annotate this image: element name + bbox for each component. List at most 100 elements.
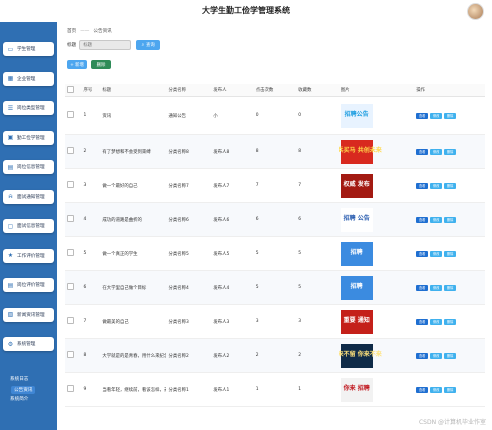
sidebar-item-10[interactable]: ▧ 新闻资讯管理 <box>3 307 54 322</box>
row-delete-button[interactable]: 删除 <box>444 318 457 325</box>
view-button[interactable]: 查看 <box>416 284 429 291</box>
search-button[interactable]: ⌕ 查询 <box>136 40 161 50</box>
sidebar-item-8[interactable]: ★ 工作评价管理 <box>3 248 54 263</box>
col-header-title[interactable]: 标题 <box>100 84 167 97</box>
announcement-thumbnail: 未来不留 你来不来 <box>339 343 382 368</box>
building-icon: ▦ <box>7 75 14 82</box>
sidebar-item-label: 企业管理 <box>17 76 36 82</box>
row-delete-button[interactable]: 删除 <box>444 182 457 189</box>
row-category: 分类名称6 <box>166 202 212 237</box>
view-button[interactable]: 查看 <box>416 112 429 119</box>
select-all-checkbox[interactable] <box>65 84 82 97</box>
row-title: 做最美的自己 <box>100 304 167 339</box>
sidebar-item-3[interactable]: ☰ 岗位类型管理 <box>3 101 54 115</box>
edit-button[interactable]: 修改 <box>430 112 443 119</box>
sidebar-item-4[interactable]: ▣ 勤工俭学管理 <box>3 130 54 145</box>
add-button[interactable]: + 新增 <box>67 60 87 69</box>
edit-button[interactable]: 修改 <box>430 250 443 257</box>
announcement-thumbnail: 招聘 <box>340 241 373 266</box>
row-favorites: 0 <box>296 96 339 135</box>
row-delete-button[interactable]: 删除 <box>444 352 457 359</box>
sidebar-item-2[interactable]: ▦ 企业管理 <box>3 71 54 86</box>
col-header-no[interactable]: 序号 <box>81 84 101 97</box>
sidebar-subitem-3[interactable]: 系统简介 <box>10 396 28 402</box>
user-avatar[interactable] <box>467 3 484 20</box>
row-category: 分类名称2 <box>166 338 212 373</box>
row-clicks: 6 <box>253 202 297 237</box>
row-checkbox[interactable] <box>65 168 82 203</box>
edit-button[interactable]: 修改 <box>430 352 443 359</box>
row-title: 大学就是的是青春，用什么来纪念 <box>100 338 167 373</box>
table-row[interactable]: 7 做最美的自己 分类名称3 发布人3 3 3 重要 通知 查看 修改 删除 <box>65 304 485 339</box>
row-delete-button[interactable]: 删除 <box>444 112 457 119</box>
col-header-category[interactable]: 分类名称 <box>166 84 212 97</box>
row-checkbox[interactable] <box>65 372 82 407</box>
row-clicks: 2 <box>253 338 297 373</box>
table-row[interactable]: 6 在大学里自己做个目标 分类名称4 发布人4 5 5 招聘 查看 修改 删除 <box>65 270 485 305</box>
search-input[interactable] <box>79 40 132 50</box>
view-button[interactable]: 查看 <box>416 250 429 257</box>
row-delete-button[interactable]: 删除 <box>444 148 457 155</box>
delete-button[interactable]: 删除 <box>91 60 111 69</box>
row-checkbox[interactable] <box>65 338 82 373</box>
list-icon: ☰ <box>7 104 14 112</box>
sidebar-item-6[interactable]: ⍾ 面试通知管理 <box>3 189 54 204</box>
document-icon: ▤ <box>7 163 14 171</box>
row-actions: 查看 修改 删除 <box>414 304 485 339</box>
col-header-favorites[interactable]: 收藏数 <box>296 84 339 97</box>
row-delete-button[interactable]: 删除 <box>444 386 457 393</box>
sidebar-subitem-2[interactable]: 公告资讯 <box>11 386 36 394</box>
row-no: 7 <box>81 304 101 339</box>
row-delete-button[interactable]: 删除 <box>444 250 457 257</box>
view-button[interactable]: 查看 <box>416 352 429 359</box>
row-checkbox[interactable] <box>65 270 82 305</box>
row-image: 招兵买马 共创未来 <box>338 134 415 169</box>
table-row[interactable]: 4 成功的道路是曲折的 分类名称6 发布人6 6 6 招聘 公告 查看 修改 删除 <box>65 202 485 237</box>
sidebar-item-1[interactable]: ▭ 学生管理 <box>3 42 54 56</box>
row-checkbox[interactable] <box>65 236 82 271</box>
edit-button[interactable]: 修改 <box>430 182 443 189</box>
row-title: 当看年轻，继续前，看该怎样，去追求 <box>100 372 167 407</box>
row-checkbox[interactable] <box>65 202 82 237</box>
view-button[interactable]: 查看 <box>416 148 429 155</box>
row-checkbox[interactable] <box>65 134 82 169</box>
row-category: 分类名称8 <box>166 134 212 169</box>
sidebar-item-11[interactable]: ⚙ 系统管理 <box>3 337 54 351</box>
col-header-clicks[interactable]: 点击次数 <box>253 84 297 97</box>
edit-button[interactable]: 修改 <box>430 284 443 291</box>
edit-button[interactable]: 修改 <box>430 148 443 155</box>
row-checkbox[interactable] <box>65 304 82 339</box>
table-row[interactable]: 5 做一个真正的学生 分类名称5 发布人5 5 5 招聘 查看 修改 删除 <box>65 236 485 271</box>
table-row[interactable]: 3 做一个最好的自己 分类名称7 发布人7 7 7 权威 发布 查看 修改 删除 <box>65 168 485 203</box>
sidebar-subitem-1[interactable]: 系统日志 <box>10 376 28 382</box>
row-clicks: 5 <box>253 236 297 271</box>
row-image: 未来不留 你来不来 <box>338 338 415 373</box>
row-image: 招聘 <box>338 236 415 271</box>
col-header-publisher[interactable]: 发布人 <box>211 84 254 97</box>
breadcrumb-home[interactable]: 首页 <box>67 29 76 34</box>
view-button[interactable]: 查看 <box>416 182 429 189</box>
row-no: 6 <box>81 270 101 305</box>
row-title: 在大学里自己做个目标 <box>100 270 167 305</box>
sidebar-item-7[interactable]: ▢ 面试信息管理 <box>3 219 54 233</box>
edit-button[interactable]: 修改 <box>430 386 443 393</box>
table-row[interactable]: 1 资讯 通知公告小 0 0 招聘公告 查看 修改 删除 <box>65 96 485 135</box>
view-button[interactable]: 查看 <box>416 216 429 223</box>
sidebar-item-9[interactable]: ▤ 岗位评价管理 <box>3 278 54 292</box>
row-delete-button[interactable]: 删除 <box>444 284 457 291</box>
row-title: 做一个最好的自己 <box>100 168 167 203</box>
view-button[interactable]: 查看 <box>416 386 429 393</box>
view-button[interactable]: 查看 <box>416 318 429 325</box>
row-delete-button[interactable]: 删除 <box>444 216 457 223</box>
watermark: CSDN @计算机毕业作室 <box>418 419 486 426</box>
announcement-thumbnail: 重要 通知 <box>340 309 373 334</box>
row-checkbox[interactable] <box>65 96 82 135</box>
sidebar-item-5[interactable]: ▤ 岗位信息管理 <box>3 160 54 174</box>
row-publisher: 发布人8 <box>211 134 254 169</box>
announcement-thumbnail: 权威 发布 <box>340 173 373 198</box>
table-row[interactable]: 8大学就是的是青春，用什么来纪念分类名称2发布人222未来不留 你来不来查看修改… <box>65 338 485 373</box>
edit-button[interactable]: 修改 <box>430 216 443 223</box>
table-row[interactable]: 2有了梦想和不会受到束缚分类名称8发布人888招兵买马 共创未来查看修改删除 <box>65 134 485 169</box>
table-row[interactable]: 9当看年轻，继续前，看该怎样，去追求分类名称1发布人111你来 招聘查看修改删除 <box>65 372 485 407</box>
edit-button[interactable]: 修改 <box>430 318 443 325</box>
